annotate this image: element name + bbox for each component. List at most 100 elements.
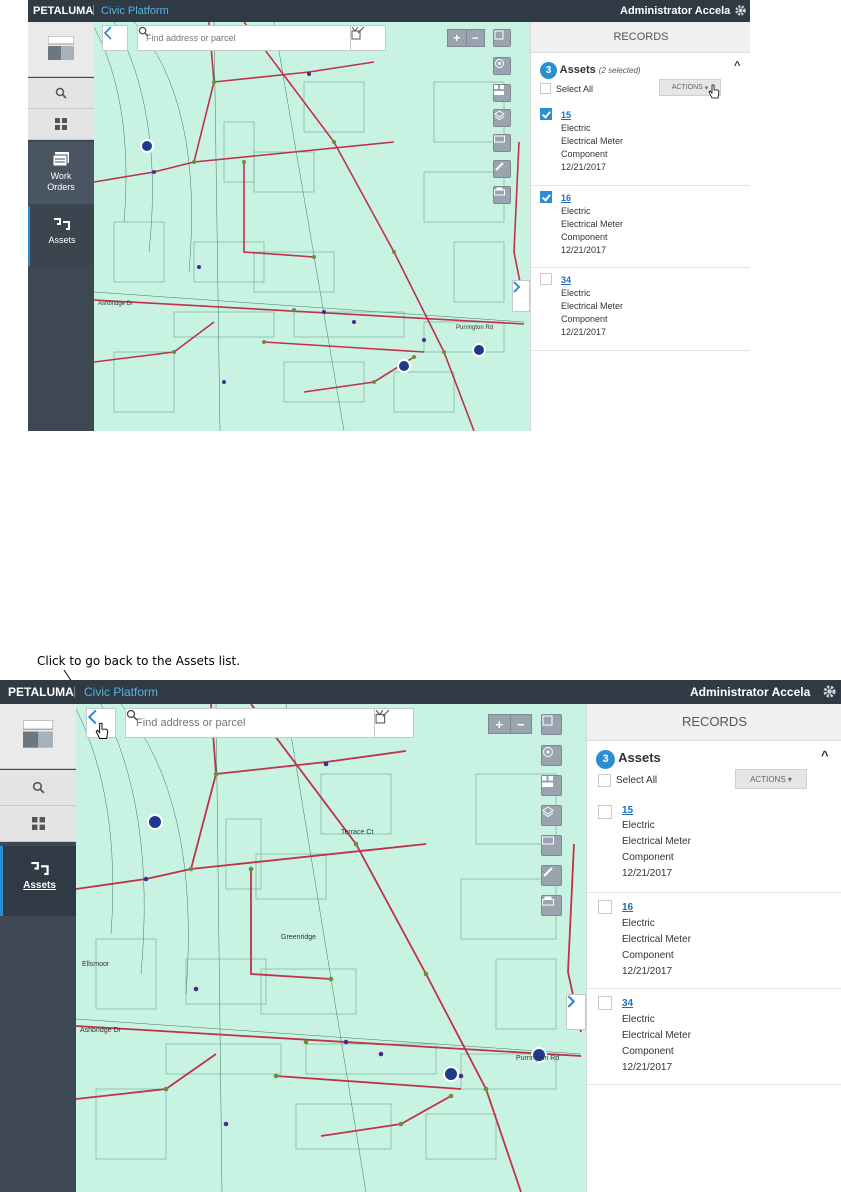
record-id-link[interactable]: 34 bbox=[561, 275, 571, 285]
record-checkbox[interactable] bbox=[598, 996, 612, 1010]
select-all-checkbox[interactable] bbox=[598, 774, 611, 787]
list-item[interactable]: 15 Electric Electrical Meter Component 1… bbox=[531, 102, 750, 186]
record-id-link[interactable]: 16 bbox=[561, 193, 571, 203]
select-all[interactable]: Select All bbox=[598, 774, 657, 787]
basemap-icon bbox=[494, 85, 504, 95]
app-logo bbox=[28, 22, 94, 77]
record-checkbox[interactable] bbox=[540, 273, 552, 285]
list-item[interactable]: 34 Electric Electrical Meter Component 1… bbox=[587, 988, 841, 1085]
chevron-down-icon bbox=[351, 26, 359, 32]
record-checkbox[interactable] bbox=[598, 900, 612, 914]
panel-toggle[interactable] bbox=[566, 994, 586, 1030]
back-button[interactable] bbox=[102, 25, 128, 51]
record-type: Electric bbox=[561, 206, 591, 216]
zoom-out-button[interactable]: − bbox=[511, 715, 532, 733]
zoom-in-button[interactable]: + bbox=[489, 715, 511, 733]
panel-header: RECORDS bbox=[587, 704, 841, 741]
map-label-street-e: Ellsmoor bbox=[82, 961, 110, 968]
zoom-in-button[interactable]: + bbox=[448, 30, 467, 46]
map-label-street-a: Ashbridge Dr bbox=[80, 1027, 122, 1034]
record-subtype: Electrical Meter bbox=[561, 219, 624, 229]
list-item[interactable]: 15 Electric Electrical Meter Component 1… bbox=[587, 797, 841, 893]
search-icon[interactable] bbox=[126, 709, 138, 721]
record-date: 12/21/2017 bbox=[561, 245, 607, 255]
assets-heading: 3 Assets (2 selected) bbox=[540, 62, 641, 79]
nav-search[interactable] bbox=[28, 78, 94, 109]
basemap-tool[interactable] bbox=[541, 775, 562, 796]
gear-icon[interactable] bbox=[734, 4, 747, 17]
collapse-icon[interactable]: ^ bbox=[821, 748, 829, 763]
nav-assets[interactable]: Assets bbox=[0, 846, 76, 916]
records-panel: RECORDS 3 Assets ^ Select All ACTIONS ▾ … bbox=[586, 704, 841, 1192]
actions-button[interactable]: ACTIONS ▾ bbox=[735, 769, 807, 789]
nav-assets[interactable]: Assets bbox=[28, 206, 94, 266]
locate-tool[interactable] bbox=[493, 57, 511, 75]
user-name[interactable]: Administrator Accela bbox=[620, 5, 730, 17]
gear-icon[interactable] bbox=[822, 684, 837, 699]
search-input[interactable] bbox=[144, 32, 328, 44]
search-box[interactable] bbox=[137, 25, 351, 51]
record-id-link[interactable]: 34 bbox=[622, 998, 633, 1009]
left-nav: Work Orders Assets bbox=[28, 22, 94, 431]
zoom-control: + − bbox=[447, 29, 485, 47]
ruler-icon bbox=[494, 135, 505, 143]
edit-tool[interactable] bbox=[541, 865, 562, 886]
nav-search[interactable] bbox=[0, 770, 76, 806]
map-view[interactable]: Ashbridge Dr Purrington Rd Terrace Ct Gr… bbox=[76, 704, 586, 1192]
record-id-link[interactable]: 15 bbox=[561, 110, 571, 120]
measure-tool[interactable] bbox=[541, 835, 562, 856]
select-all[interactable]: Select All bbox=[540, 83, 593, 94]
list-item[interactable]: 34 Electric Electrical Meter Component 1… bbox=[531, 267, 750, 351]
print-tool[interactable] bbox=[541, 895, 562, 916]
layers-tool[interactable] bbox=[541, 805, 562, 826]
search-box[interactable] bbox=[125, 708, 375, 738]
record-category: Component bbox=[622, 852, 674, 863]
record-type: Electric bbox=[622, 918, 655, 929]
record-checkbox[interactable] bbox=[540, 108, 552, 120]
locate-tool[interactable] bbox=[541, 745, 562, 766]
edit-tool[interactable] bbox=[493, 160, 511, 178]
record-id-link[interactable]: 16 bbox=[622, 902, 633, 913]
top-bar: PETALUMA | Civic Platform Administrator … bbox=[0, 680, 841, 704]
map-view[interactable]: Ashbridge Dr Purrington Rd + − bbox=[94, 22, 530, 431]
search-input[interactable] bbox=[134, 716, 352, 730]
hand-cursor-icon bbox=[708, 84, 720, 99]
map-label-street-d: Greenridge bbox=[281, 934, 316, 941]
left-nav: Assets bbox=[0, 704, 76, 1192]
zoom-control: + − bbox=[488, 714, 532, 734]
map-label-street-b: Purrington Rd bbox=[516, 1055, 559, 1062]
panel-toggle[interactable] bbox=[512, 280, 530, 312]
chevron-down-icon bbox=[375, 709, 384, 716]
top-bar: PETALUMA | Civic Platform Administrator … bbox=[28, 0, 750, 22]
draw-tool-button[interactable] bbox=[350, 25, 386, 51]
draw-tool-button[interactable] bbox=[374, 708, 414, 738]
record-checkbox[interactable] bbox=[598, 805, 612, 819]
header-separator: | bbox=[73, 684, 77, 698]
screenshot-before: PETALUMA | Civic Platform Administrator … bbox=[28, 0, 750, 431]
nav-work-orders[interactable]: Work Orders bbox=[28, 142, 94, 204]
record-id-link[interactable]: 15 bbox=[622, 805, 633, 816]
select-all-checkbox[interactable] bbox=[540, 83, 551, 94]
record-checkbox[interactable] bbox=[540, 191, 552, 203]
map-label-street-b: Purrington Rd bbox=[456, 325, 493, 331]
map-canvas: Ashbridge Dr Purrington Rd bbox=[94, 22, 525, 431]
user-name[interactable]: Administrator Accela bbox=[690, 685, 810, 699]
basemap-tool[interactable] bbox=[493, 84, 511, 102]
list-item[interactable]: 16 Electric Electrical Meter Component 1… bbox=[587, 892, 841, 989]
fullscreen-tool[interactable] bbox=[493, 29, 511, 47]
layers-tool[interactable] bbox=[493, 109, 511, 127]
nav-grid[interactable] bbox=[28, 109, 94, 140]
work-orders-icon bbox=[52, 152, 69, 167]
list-item[interactable]: 16 Electric Electrical Meter Component 1… bbox=[531, 185, 750, 268]
record-category: Component bbox=[622, 950, 674, 961]
search-icon[interactable] bbox=[138, 26, 149, 37]
collapse-icon[interactable]: ^ bbox=[734, 60, 740, 72]
measure-tool[interactable] bbox=[493, 134, 511, 152]
nav-grid[interactable] bbox=[0, 806, 76, 842]
zoom-out-button[interactable]: − bbox=[467, 30, 485, 46]
record-subtype: Electrical Meter bbox=[622, 934, 691, 945]
brand-logo: PETALUMA bbox=[33, 5, 94, 17]
basemap-icon bbox=[542, 776, 553, 787]
fullscreen-tool[interactable] bbox=[541, 714, 562, 735]
print-tool[interactable] bbox=[493, 186, 511, 204]
